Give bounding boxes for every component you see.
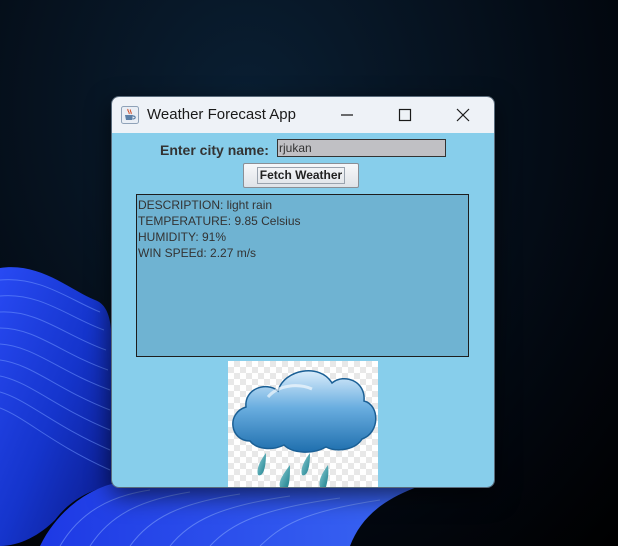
humidity-line: HUMIDITY: 91% <box>138 230 227 244</box>
java-cup-icon <box>121 106 139 124</box>
close-button[interactable] <box>434 97 492 133</box>
app-window: Weather Forecast App Enter city name: rj… <box>111 96 495 488</box>
close-icon <box>456 108 470 122</box>
minimize-button[interactable] <box>318 97 376 133</box>
fetch-weather-label: Fetch Weather <box>256 167 346 184</box>
desktop: Weather Forecast App Enter city name: rj… <box>0 0 618 546</box>
temperature-line: TEMPERATURE: 9.85 Celsius <box>138 214 301 228</box>
weather-image <box>228 361 378 487</box>
fetch-weather-button[interactable]: Fetch Weather <box>243 163 359 188</box>
weather-result-area[interactable]: DESCRIPTION: light rain TEMPERATURE: 9.8… <box>136 194 469 357</box>
content-panel: Enter city name: Fetch Weather DESCRIPTI… <box>112 133 494 487</box>
description-line: DESCRIPTION: light rain <box>138 198 273 212</box>
city-label: Enter city name: <box>160 142 269 158</box>
maximize-button[interactable] <box>376 97 434 133</box>
rain-cloud-icon <box>232 370 377 487</box>
city-input[interactable] <box>277 139 446 157</box>
maximize-icon <box>398 108 412 122</box>
title-bar[interactable]: Weather Forecast App <box>112 97 494 133</box>
wind-speed-line: WIN SPEEd: 2.27 m/s <box>138 246 257 260</box>
window-title: Weather Forecast App <box>147 106 296 123</box>
minimize-icon <box>341 114 353 116</box>
